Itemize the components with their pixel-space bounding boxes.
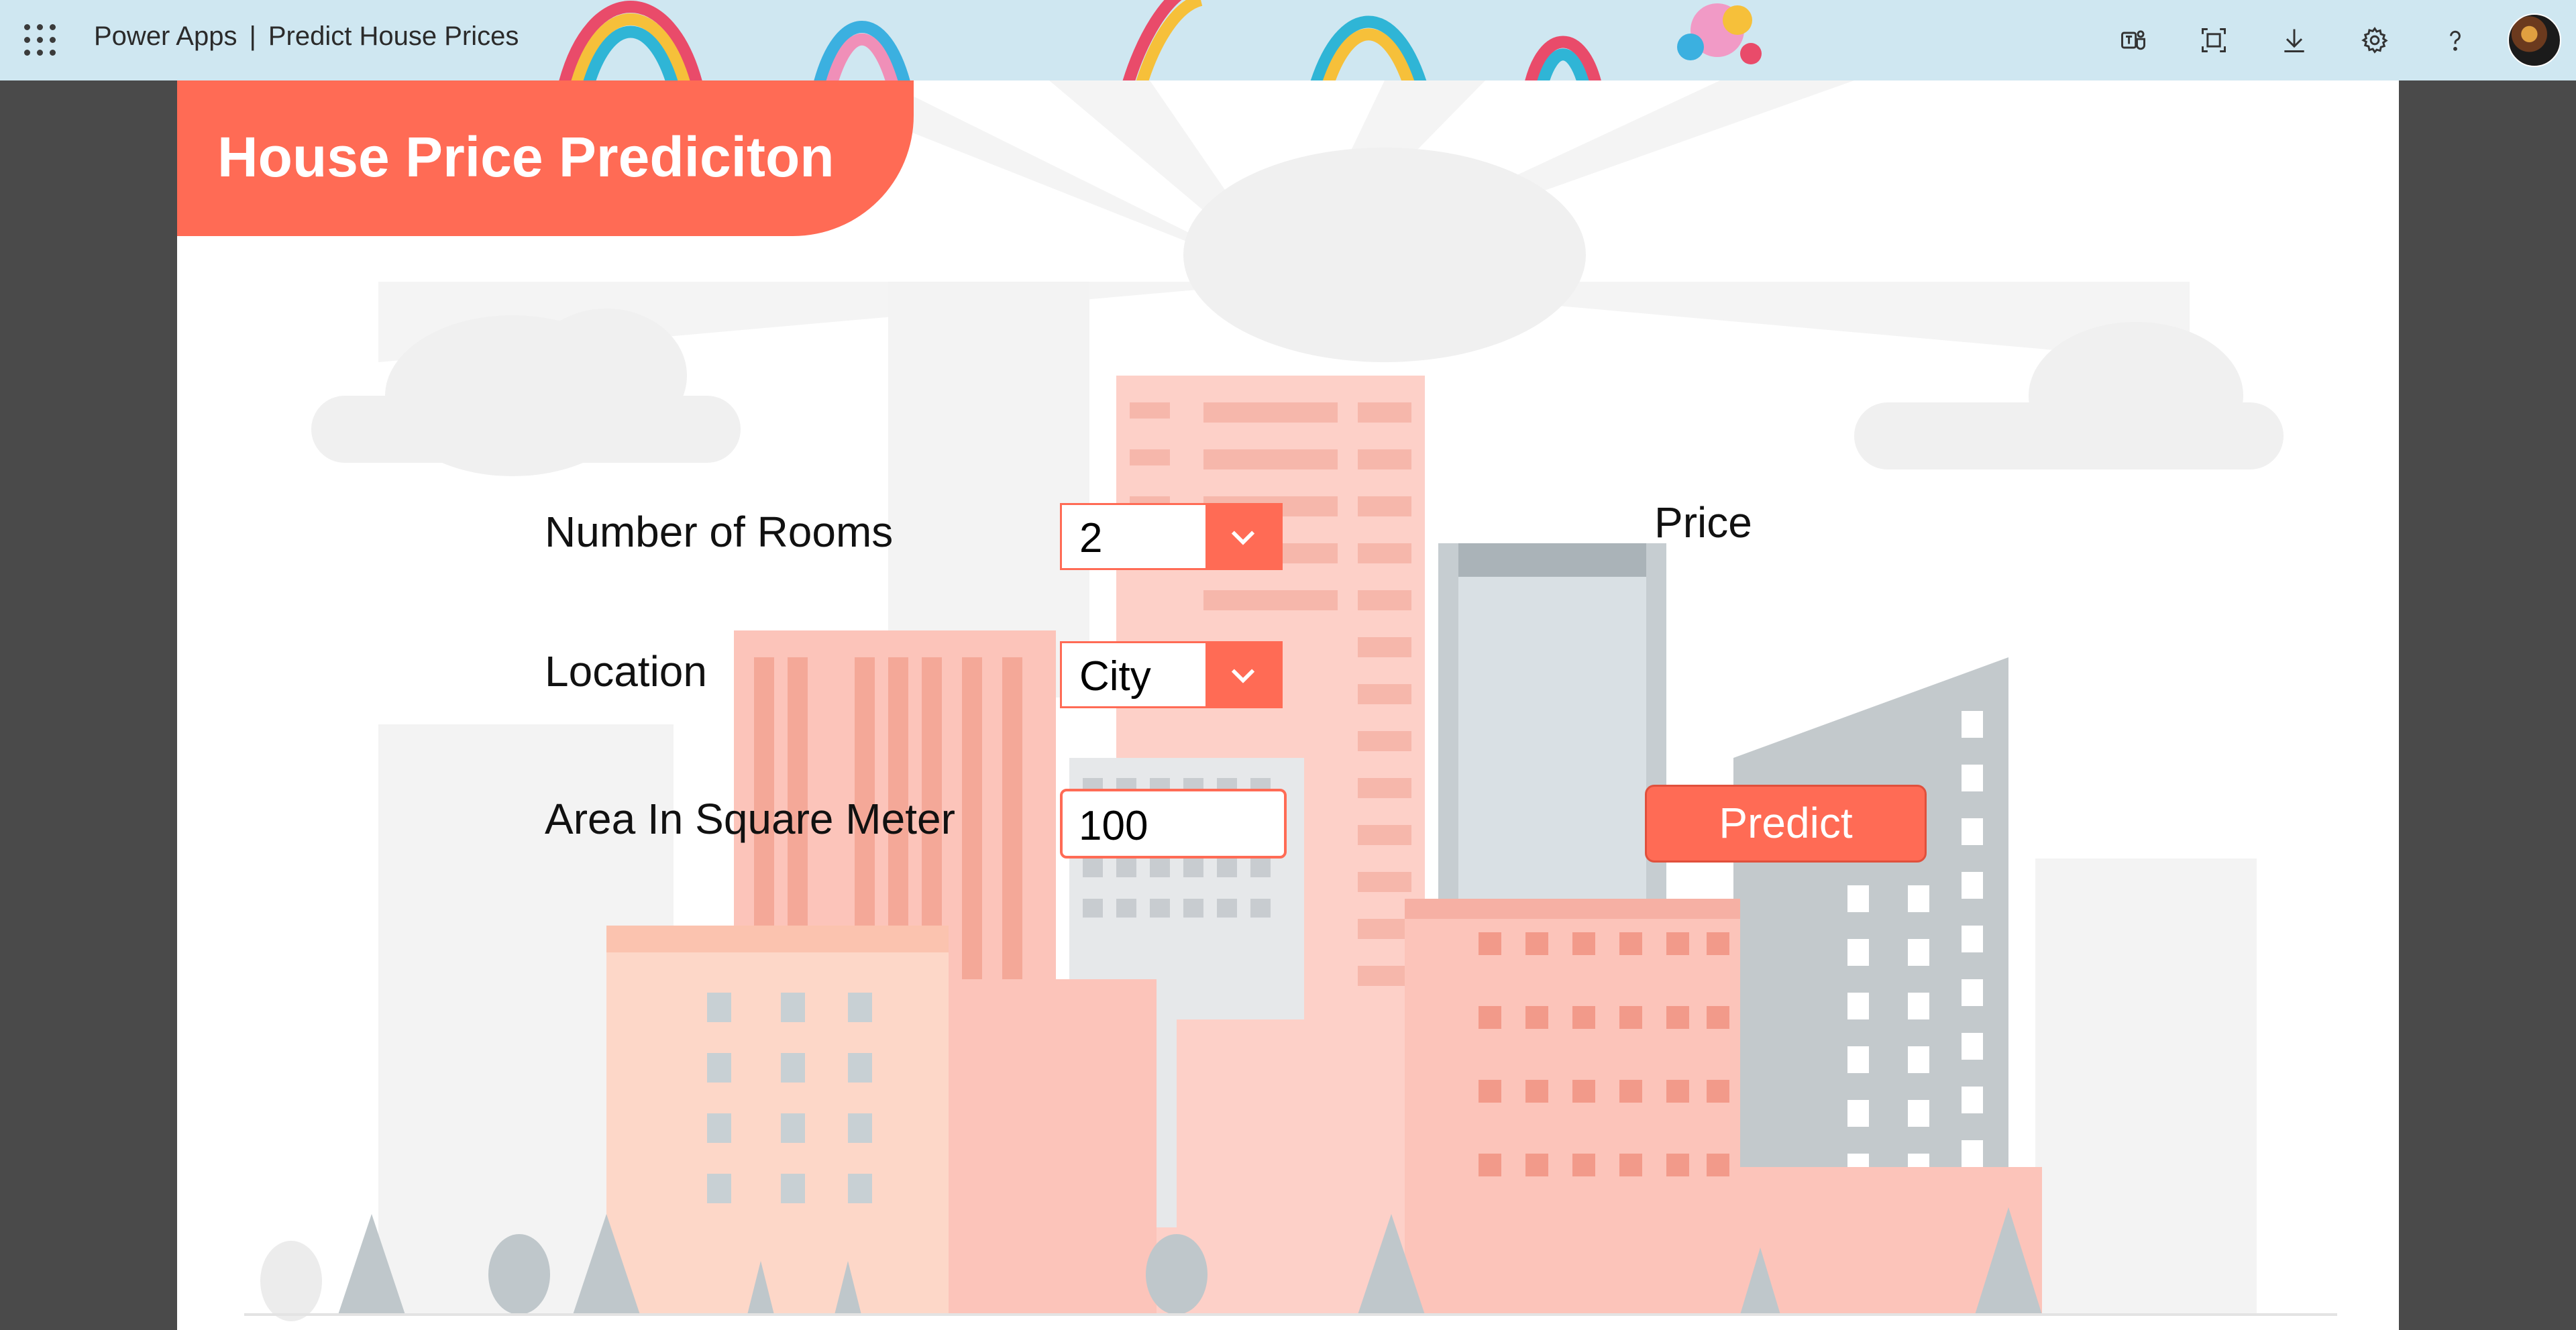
chevron-down-icon[interactable] [1205,643,1281,706]
settings-gear-icon[interactable] [2334,0,2415,80]
title-banner: House Price Prediciton [177,80,914,236]
area-input-value: 100 [1079,803,1148,849]
breadcrumb-separator: | [249,21,256,51]
location-label: Location [545,647,707,696]
location-dropdown-value: City [1079,653,1151,700]
help-icon[interactable] [2415,0,2496,80]
header-actions [2093,0,2576,80]
location-dropdown[interactable]: City [1060,641,1283,708]
page-title: House Price Prediciton [217,125,835,188]
city-background-illustration [244,80,2337,1321]
user-avatar[interactable] [2508,13,2561,67]
rooms-label: Number of Rooms [545,508,894,556]
teams-icon[interactable] [2093,0,2174,80]
rainbow-banner-art [559,0,1762,80]
area-input[interactable]: 100 [1060,789,1287,858]
price-label: Price [1654,498,1752,547]
app-canvas: House Price Prediciton Number of Rooms 2… [177,80,2399,1330]
rooms-dropdown-value: 2 [1079,515,1103,561]
fit-to-window-icon[interactable] [2174,0,2254,80]
area-label: Area In Square Meter [545,795,955,843]
app-title: Predict House Prices [268,21,519,51]
app-launcher-waffle-icon[interactable] [24,24,56,56]
power-apps-brand[interactable]: Power Apps [94,21,237,51]
predict-button[interactable]: Predict [1645,785,1927,863]
rooms-dropdown[interactable]: 2 [1060,503,1283,570]
top-header-bar: Power Apps | Predict House Prices [0,0,2576,80]
chevron-down-icon[interactable] [1205,505,1281,568]
app-breadcrumb: Power Apps | Predict House Prices [94,21,519,52]
download-icon[interactable] [2254,0,2334,80]
